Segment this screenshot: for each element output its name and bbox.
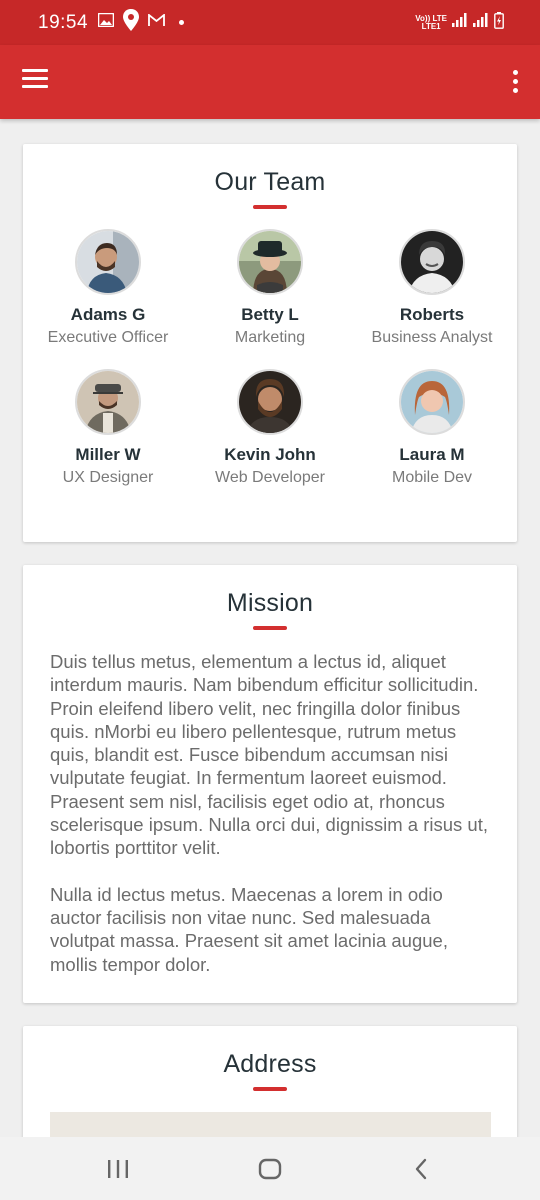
address-title: Address: [223, 1050, 317, 1078]
app-bar: [0, 45, 540, 119]
back-icon[interactable]: [401, 1155, 441, 1183]
title-underline: [253, 205, 287, 209]
battery-charging-icon: [494, 11, 504, 34]
system-nav-bar: [0, 1137, 540, 1200]
member-name: Adams G: [70, 305, 146, 324]
member-role: Mobile Dev: [391, 469, 473, 486]
member-role: Marketing: [234, 329, 306, 346]
mission-card: Mission Duis tellus metus, elementum a l…: [23, 565, 517, 1003]
avatar: [399, 369, 465, 435]
avatar: [237, 369, 303, 435]
member-name: Roberts: [399, 305, 465, 324]
more-notifications-dot-icon: [179, 20, 185, 25]
member-role: Executive Officer: [47, 329, 169, 346]
team-card: Our Team Adams G Executive Officer Betty…: [23, 144, 517, 542]
team-member[interactable]: Laura M Mobile Dev: [351, 369, 513, 487]
avatar: [237, 229, 303, 295]
mission-title: Mission: [226, 589, 314, 617]
avatar: [75, 369, 141, 435]
team-grid: Adams G Executive Officer Betty L Market…: [23, 229, 517, 487]
signal-icon-2: [473, 13, 489, 32]
recents-icon[interactable]: [98, 1155, 138, 1183]
mission-paragraph: Nulla id lectus metus. Maecenas a lorem …: [50, 883, 448, 975]
member-role: Web Developer: [215, 469, 325, 486]
home-icon[interactable]: [250, 1155, 290, 1183]
team-title: Our Team: [214, 168, 326, 196]
member-name: Betty L: [241, 305, 299, 324]
member-role: UX Designer: [62, 469, 154, 486]
location-pin-icon: [122, 9, 140, 36]
network-type-label: Vo)) LTE LTE1: [415, 14, 447, 31]
title-underline: [253, 1087, 287, 1091]
mission-text: Duis tellus metus, elementum a lectus id…: [50, 650, 491, 976]
signal-icon: [452, 13, 468, 32]
member-name: Kevin John: [224, 445, 316, 464]
member-name: Miller W: [75, 445, 141, 464]
avatar: [75, 229, 141, 295]
member-name: Laura M: [399, 445, 465, 464]
team-member[interactable]: Miller W UX Designer: [27, 369, 189, 487]
team-member[interactable]: Kevin John Web Developer: [189, 369, 351, 487]
team-member[interactable]: Roberts Business Analyst: [351, 229, 513, 347]
gmail-icon: [148, 12, 165, 32]
team-member[interactable]: Betty L Marketing: [189, 229, 351, 347]
team-member[interactable]: Adams G Executive Officer: [27, 229, 189, 347]
address-card: Address: [23, 1026, 517, 1152]
gallery-icon: [97, 12, 115, 32]
status-time: 19:54: [38, 11, 89, 33]
title-underline: [253, 626, 287, 630]
notification-icons: [97, 9, 185, 36]
hamburger-menu-icon[interactable]: [22, 69, 52, 95]
network-bottom-label: LTE1: [421, 21, 441, 31]
status-right-icons: Vo)) LTE LTE1: [415, 11, 504, 34]
status-bar: 19:54 Vo)) LTE LTE1: [0, 0, 540, 45]
member-role: Business Analyst: [371, 329, 493, 346]
avatar: [399, 229, 465, 295]
more-vert-icon[interactable]: [510, 70, 520, 96]
mission-paragraph: Duis tellus metus, elementum a lectus id…: [50, 651, 489, 859]
